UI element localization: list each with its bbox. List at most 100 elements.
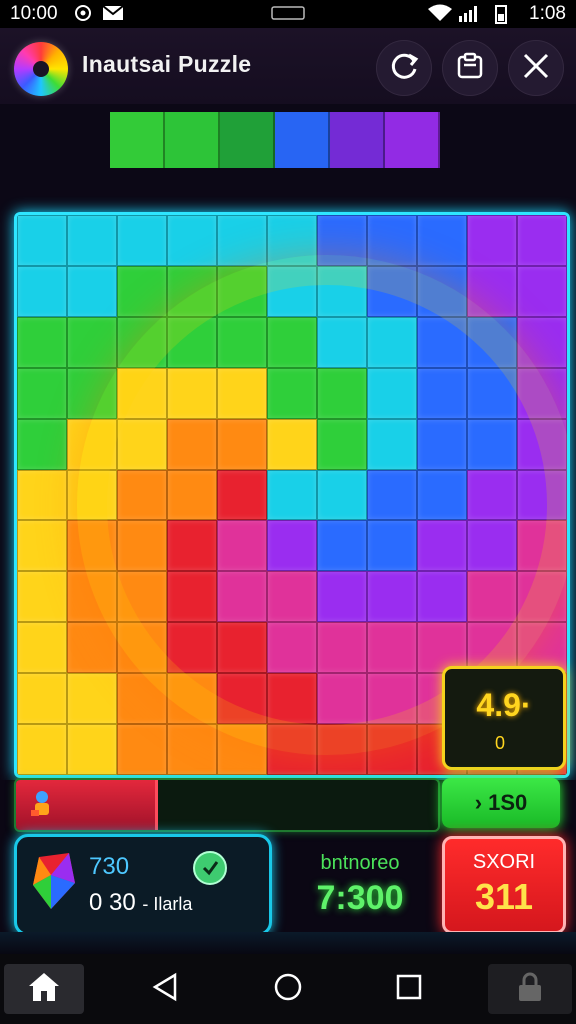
puzzle-piece[interactable]: [267, 673, 317, 725]
puzzle-piece[interactable]: [367, 418, 417, 470]
puzzle-piece[interactable]: [117, 571, 167, 623]
puzzle-piece[interactable]: [317, 418, 367, 470]
loose-piece[interactable]: [165, 112, 220, 168]
puzzle-piece[interactable]: [167, 622, 217, 674]
puzzle-piece[interactable]: [17, 520, 67, 572]
puzzle-piece[interactable]: [67, 265, 117, 317]
puzzle-piece[interactable]: [267, 571, 317, 623]
puzzle-piece[interactable]: [417, 265, 467, 317]
puzzle-piece[interactable]: [517, 418, 567, 470]
back-button[interactable]: [130, 964, 200, 1014]
puzzle-piece[interactable]: [17, 469, 67, 521]
puzzle-piece[interactable]: [417, 215, 467, 266]
puzzle-piece[interactable]: [117, 673, 167, 725]
puzzle-piece[interactable]: [17, 215, 67, 266]
puzzle-piece[interactable]: [317, 571, 367, 623]
puzzle-piece[interactable]: [367, 367, 417, 419]
loose-pieces-strip[interactable]: [110, 112, 440, 168]
puzzle-piece[interactable]: [17, 571, 67, 623]
puzzle-piece[interactable]: [317, 673, 367, 725]
puzzle-piece[interactable]: [317, 520, 367, 572]
puzzle-piece[interactable]: [517, 367, 567, 419]
refresh-button[interactable]: [376, 40, 432, 96]
puzzle-piece[interactable]: [67, 469, 117, 521]
puzzle-piece[interactable]: [417, 469, 467, 521]
puzzle-piece[interactable]: [17, 673, 67, 725]
puzzle-piece[interactable]: [167, 316, 217, 368]
puzzle-piece[interactable]: [67, 520, 117, 572]
puzzle-piece[interactable]: [167, 215, 217, 266]
puzzle-piece[interactable]: [417, 418, 467, 470]
puzzle-piece[interactable]: [17, 265, 67, 317]
loose-piece[interactable]: [385, 112, 440, 168]
puzzle-piece[interactable]: [367, 520, 417, 572]
puzzle-piece[interactable]: [367, 215, 417, 266]
puzzle-piece[interactable]: [217, 520, 267, 572]
puzzle-piece[interactable]: [117, 724, 167, 775]
loose-piece[interactable]: [275, 112, 330, 168]
puzzle-piece[interactable]: [217, 367, 267, 419]
puzzle-piece[interactable]: [417, 367, 467, 419]
lock-button[interactable]: [488, 964, 572, 1014]
puzzle-piece[interactable]: [117, 469, 167, 521]
puzzle-piece[interactable]: [317, 215, 367, 266]
puzzle-piece[interactable]: [217, 215, 267, 266]
puzzle-piece[interactable]: [267, 367, 317, 419]
puzzle-piece[interactable]: [517, 571, 567, 623]
puzzle-piece[interactable]: [367, 622, 417, 674]
puzzle-piece[interactable]: [267, 418, 317, 470]
puzzle-piece[interactable]: [517, 265, 567, 317]
puzzle-piece[interactable]: [67, 571, 117, 623]
puzzle-piece[interactable]: [67, 367, 117, 419]
puzzle-piece[interactable]: [117, 622, 167, 674]
puzzle-piece[interactable]: [467, 520, 517, 572]
puzzle-piece[interactable]: [117, 418, 167, 470]
puzzle-piece[interactable]: [167, 571, 217, 623]
puzzle-piece[interactable]: [167, 673, 217, 725]
puzzle-piece[interactable]: [167, 367, 217, 419]
puzzle-piece[interactable]: [217, 316, 267, 368]
puzzle-piece[interactable]: [217, 622, 267, 674]
puzzle-piece[interactable]: [17, 367, 67, 419]
loose-piece[interactable]: [110, 112, 165, 168]
puzzle-piece[interactable]: [517, 469, 567, 521]
puzzle-piece[interactable]: [267, 520, 317, 572]
puzzle-piece[interactable]: [67, 418, 117, 470]
puzzle-piece[interactable]: [317, 265, 367, 317]
puzzle-piece[interactable]: [217, 724, 267, 775]
puzzle-piece[interactable]: [367, 469, 417, 521]
puzzle-piece[interactable]: [367, 673, 417, 725]
loose-piece[interactable]: [330, 112, 385, 168]
puzzle-piece[interactable]: [467, 316, 517, 368]
close-button[interactable]: [508, 40, 564, 96]
puzzle-piece[interactable]: [317, 724, 367, 775]
puzzle-piece[interactable]: [467, 571, 517, 623]
puzzle-piece[interactable]: [167, 520, 217, 572]
puzzle-piece[interactable]: [267, 265, 317, 317]
puzzle-piece[interactable]: [67, 622, 117, 674]
puzzle-piece[interactable]: [67, 673, 117, 725]
puzzle-piece[interactable]: [67, 724, 117, 775]
puzzle-piece[interactable]: [117, 520, 167, 572]
puzzle-piece[interactable]: [267, 724, 317, 775]
puzzle-piece[interactable]: [417, 571, 467, 623]
puzzle-piece[interactable]: [367, 316, 417, 368]
puzzle-piece[interactable]: [317, 622, 367, 674]
puzzle-piece[interactable]: [117, 215, 167, 266]
recents-button[interactable]: [374, 964, 444, 1014]
puzzle-piece[interactable]: [67, 316, 117, 368]
puzzle-piece[interactable]: [217, 571, 267, 623]
puzzle-piece[interactable]: [517, 316, 567, 368]
puzzle-piece[interactable]: [517, 215, 567, 266]
puzzle-piece[interactable]: [467, 367, 517, 419]
puzzle-piece[interactable]: [17, 316, 67, 368]
puzzle-piece[interactable]: [267, 215, 317, 266]
puzzle-piece[interactable]: [217, 469, 267, 521]
puzzle-piece[interactable]: [267, 622, 317, 674]
puzzle-piece[interactable]: [217, 418, 267, 470]
clipboard-button[interactable]: [442, 40, 498, 96]
puzzle-piece[interactable]: [367, 724, 417, 775]
puzzle-piece[interactable]: [467, 265, 517, 317]
puzzle-piece[interactable]: [117, 265, 167, 317]
puzzle-piece[interactable]: [167, 418, 217, 470]
